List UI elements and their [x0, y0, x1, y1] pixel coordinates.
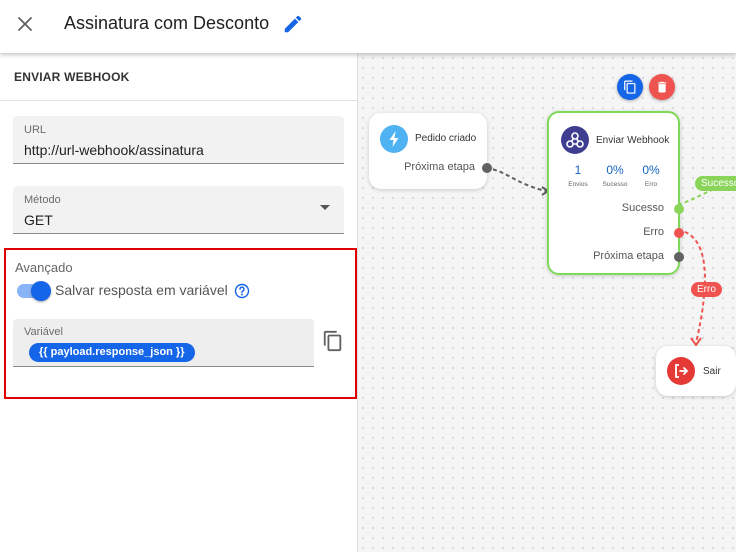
- stat-sent-label: Envios: [568, 181, 588, 188]
- success-port[interactable]: [674, 204, 684, 214]
- error-edge-label: Erro: [691, 282, 722, 297]
- edge-trigger-to-webhook: [485, 167, 547, 192]
- chevron-down-icon[interactable]: [320, 205, 330, 210]
- next-port[interactable]: [674, 252, 684, 262]
- webhook-icon: [561, 126, 589, 154]
- method-select[interactable]: Método GET: [13, 186, 344, 234]
- error-port-label: Erro: [643, 226, 664, 238]
- page-title: Assinatura com Desconto: [64, 13, 270, 33]
- trigger-next-port[interactable]: [482, 163, 492, 173]
- stat-success-value: 0%: [606, 163, 624, 177]
- flow-canvas[interactable]: Pedido criado Próxima etapa Enviar Webho…: [358, 53, 736, 552]
- stat-success-label: Sucesso: [602, 181, 628, 188]
- webhook-node[interactable]: Enviar Webhook 1 Envios 0% Sucesso 0% Er…: [547, 111, 684, 275]
- success-edge-label: Sucesso: [695, 176, 736, 191]
- url-field[interactable]: URL http://url-webhook/assinatura: [13, 116, 344, 164]
- error-port[interactable]: [674, 228, 684, 238]
- variable-field[interactable]: Variável {{ payload.response_json }}: [13, 319, 314, 367]
- exit-title: Sair: [703, 366, 721, 377]
- url-input[interactable]: http://url-webhook/assinatura: [24, 142, 333, 158]
- trigger-next-label: Próxima etapa: [404, 161, 475, 173]
- bolt-icon: [380, 125, 408, 153]
- stat-sent-value: 1: [574, 163, 582, 177]
- method-label: Método: [24, 194, 61, 206]
- method-value[interactable]: GET: [24, 212, 333, 228]
- url-label: URL: [24, 124, 47, 136]
- trigger-title: Pedido criado: [415, 133, 477, 144]
- exit-icon: [667, 357, 695, 385]
- advanced-title: Avançado: [15, 260, 73, 275]
- variable-chip[interactable]: {{ payload.response_json }}: [29, 343, 195, 362]
- webhook-title: Enviar Webhook: [596, 135, 670, 146]
- trigger-node[interactable]: Pedido criado Próxima etapa: [369, 113, 492, 189]
- variable-label: Variável: [24, 326, 63, 338]
- save-response-toggle[interactable]: [17, 281, 51, 301]
- stat-error-value: 0%: [642, 163, 660, 177]
- settings-panel: ENVIAR WEBHOOK URL http://url-webhook/as…: [0, 53, 358, 552]
- edit-title-icon[interactable]: [282, 13, 304, 35]
- stat-error-label: Erro: [644, 181, 658, 188]
- duplicate-node-button[interactable]: [617, 74, 643, 100]
- success-port-label: Sucesso: [621, 202, 664, 214]
- next-port-label: Próxima etapa: [593, 250, 664, 262]
- top-bar: Assinatura com Desconto: [0, 0, 736, 53]
- save-response-label: Salvar resposta em variável: [55, 282, 228, 298]
- help-icon[interactable]: [234, 283, 250, 299]
- delete-node-button[interactable]: [649, 74, 675, 100]
- panel-title: ENVIAR WEBHOOK: [0, 53, 357, 101]
- exit-node[interactable]: Sair: [656, 346, 736, 396]
- advanced-section: Avançado Salvar resposta em variável Var…: [4, 248, 357, 399]
- close-icon[interactable]: [14, 13, 36, 35]
- toggle-knob[interactable]: [31, 281, 51, 301]
- copy-icon[interactable]: [322, 330, 344, 352]
